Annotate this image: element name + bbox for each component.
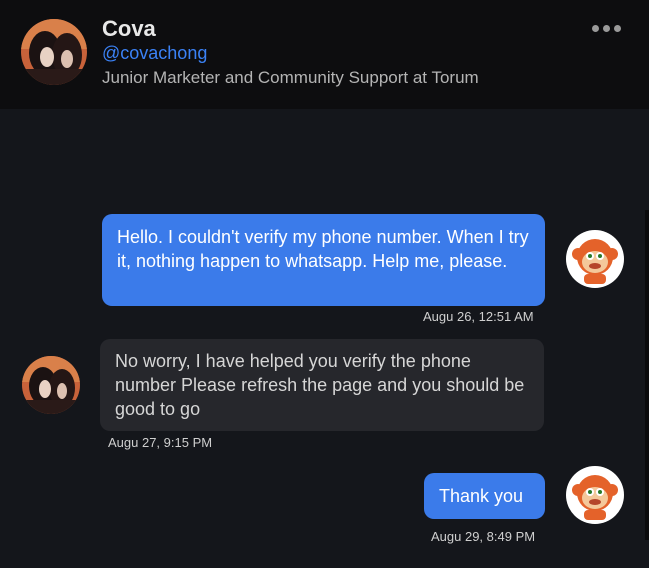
more-horizontal-icon[interactable]: [592, 25, 621, 32]
message-bubble-incoming: No worry, I have helped you verify the p…: [100, 339, 544, 431]
scrollbar[interactable]: [645, 210, 649, 540]
message-timestamp: Augu 27, 9:15 PM: [108, 435, 213, 450]
contact-avatar[interactable]: [22, 356, 80, 414]
message-timestamp: Augu 26, 12:51 AM: [423, 309, 534, 324]
message-timestamp: Augu 29, 8:49 PM: [431, 529, 536, 544]
profile-avatar[interactable]: [21, 19, 87, 85]
user-avatar: [566, 230, 624, 288]
profile-bio: Junior Marketer and Community Support at…: [102, 68, 479, 87]
user-avatar: [566, 466, 624, 524]
profile-handle[interactable]: @covachong: [102, 43, 207, 64]
profile-name: Cova: [102, 16, 156, 41]
profile-header: Cova @covachong Junior Marketer and Comm…: [0, 0, 649, 109]
message-bubble-outgoing: Hello. I couldn't verify my phone number…: [102, 214, 545, 306]
message-bubble-outgoing: Thank you: [424, 473, 545, 519]
